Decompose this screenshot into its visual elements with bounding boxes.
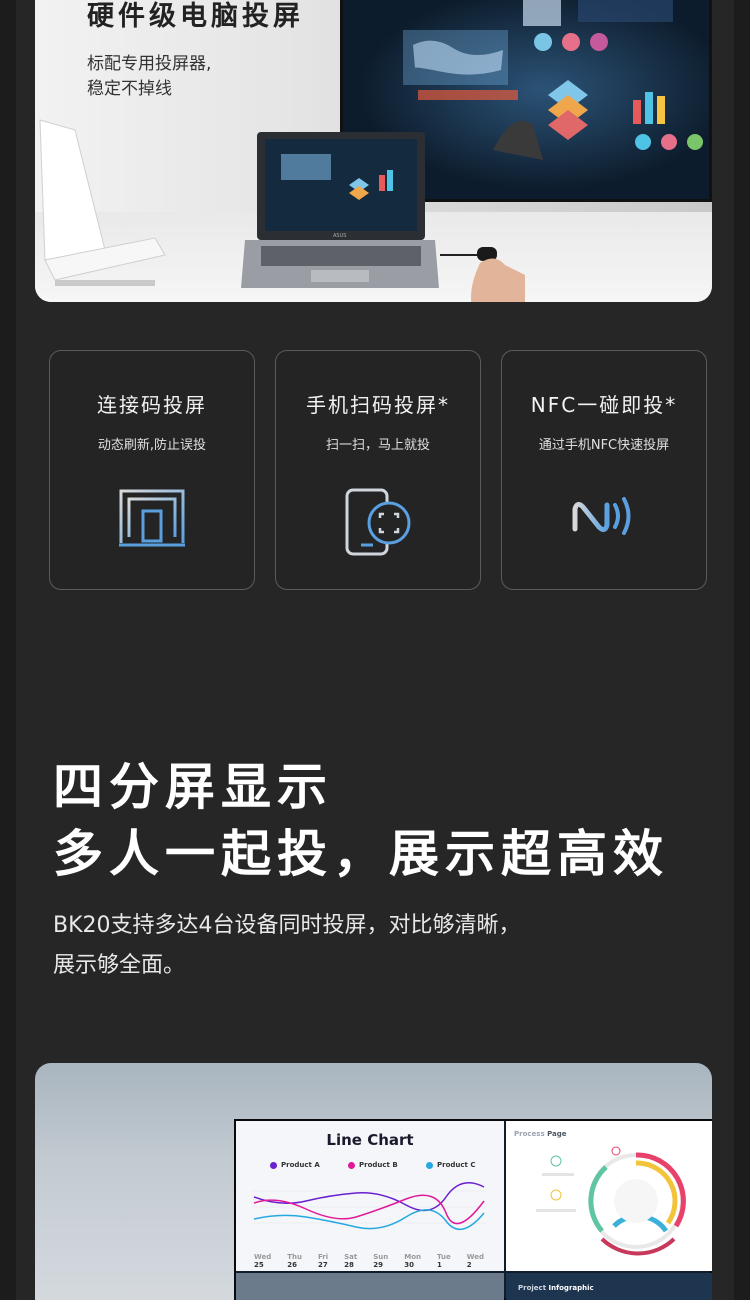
feature-title: NFC一碰即投* — [530, 393, 678, 417]
description-line-1: BK20支持多达4台设备同时投屏，对比够清晰， — [53, 913, 521, 938]
hero-subtitle-line-1: 标配专用投屏器, — [87, 54, 212, 74]
page: 硬件级电脑投屏 标配专用投屏器, 稳定不掉线 ASUS 连接码投屏 动态刷新,防… — [0, 0, 750, 1300]
section-description: BK20支持多达4台设备同时投屏，对比够清晰， 展示够全面。 — [53, 906, 521, 986]
project-infographic-title: Project Infographic — [518, 1284, 594, 1292]
line-chart-lines — [252, 1182, 486, 1230]
feature-subtitle: 动态刷新,防止误投 — [97, 438, 207, 453]
office-chair-image — [39, 119, 166, 286]
feature-subtitle: 通过手机NFC快速投屏 — [538, 438, 670, 453]
right-edge — [734, 0, 750, 1300]
day-axis: Wed 25 Thu 26 Fri 27 Sat 28 Sun 29 Mon 30 Tue 1… — [254, 1253, 484, 1269]
section-heading-line-1: 四分屏显示 — [53, 758, 333, 816]
laptop-brand-label: ASUS — [333, 233, 346, 239]
phone-scan-icon — [345, 488, 411, 556]
quad-screen-image: Line Chart Product A Product B Product C… — [35, 1063, 712, 1300]
dongle-and-hand-image — [440, 247, 525, 302]
hero-image: 硬件级电脑投屏 标配专用投屏器, 稳定不掉线 ASUS — [35, 0, 712, 302]
day-tick: Sat 28 — [344, 1253, 358, 1269]
quadrant-project-infographic: Project Infographic — [506, 1273, 712, 1300]
day-tick: Wed 2 — [466, 1253, 484, 1269]
day-tick: Wed 25 — [254, 1253, 272, 1269]
feature-card-connection-code: 连接码投屏 动态刷新,防止误投 — [49, 350, 255, 590]
hero-subtitle-line-2: 稳定不掉线 — [87, 79, 172, 99]
feature-card-phone-scan: 手机扫码投屏* 扫一扫，马上就投 — [275, 350, 481, 590]
hero-title: 硬件级电脑投屏 — [87, 1, 304, 32]
legend-item: Product B — [348, 1161, 398, 1169]
day-tick: Sun 29 — [373, 1253, 389, 1269]
day-tick: Mon 30 — [404, 1253, 421, 1269]
process-ring-chart — [536, 1146, 686, 1256]
feature-title: 连接码投屏 — [97, 393, 207, 417]
legend-item: Product C — [426, 1161, 475, 1169]
screen-code-icon — [119, 489, 185, 547]
quadrant-network-image — [236, 1273, 504, 1300]
feature-title: 手机扫码投屏* — [306, 393, 450, 417]
description-line-2: 展示够全面。 — [53, 953, 186, 978]
laptop-image: ASUS — [241, 132, 439, 288]
day-tick: Tue 1 — [436, 1253, 451, 1269]
feature-subtitle: 扫一扫，马上就投 — [325, 438, 430, 453]
section-heading-line-2: 多人一起投，展示超高效 — [53, 825, 669, 883]
day-tick: Fri 27 — [317, 1253, 329, 1269]
quad-screen-display: Line Chart Product A Product B Product C… — [234, 1119, 712, 1300]
nfc-icon — [572, 497, 631, 535]
line-chart-title: Line Chart — [326, 1131, 414, 1149]
feature-card-nfc: NFC一碰即投* 通过手机NFC快速投屏 — [501, 350, 707, 590]
quadrant-line-chart: Line Chart Product A Product B Product C… — [236, 1121, 504, 1271]
hero-subtitle: 标配专用投屏器, 稳定不掉线 — [87, 52, 211, 102]
day-tick: Thu 26 — [287, 1253, 302, 1269]
left-edge — [0, 0, 16, 1300]
legend-item: Product A — [270, 1161, 320, 1169]
quadrant-process-page: Process Page — [506, 1121, 712, 1271]
